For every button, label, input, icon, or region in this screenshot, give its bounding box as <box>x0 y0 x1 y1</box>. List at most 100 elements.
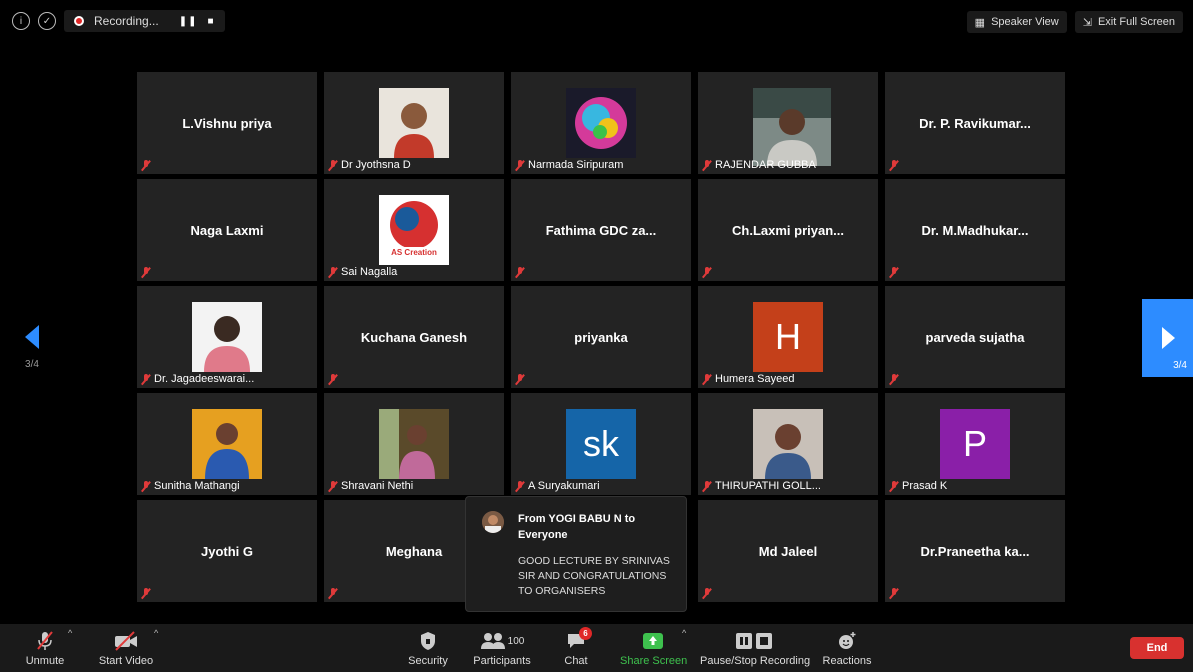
participant-label: Sunitha Mathangi <box>141 480 240 492</box>
share-options-caret-icon[interactable]: ^ <box>682 628 686 638</box>
end-meeting-button[interactable]: End <box>1130 637 1184 659</box>
participant-tile[interactable]: Dr. P. Ravikumar... <box>885 72 1065 174</box>
participant-label: Sai Nagalla <box>328 266 397 278</box>
mic-muted-icon <box>328 480 338 492</box>
mic-muted-icon <box>141 267 151 278</box>
previous-page-button[interactable]: 3/4 <box>20 325 44 370</box>
mic-muted-icon <box>328 588 338 599</box>
participant-label: Shravani Nethi <box>328 480 413 492</box>
mic-muted-icon <box>141 588 151 599</box>
participant-label-text: THIRUPATHI GOLL... <box>715 480 821 492</box>
meeting-toolbar: Unmute ^ Start Video ^ Security 100 Part… <box>0 624 1193 672</box>
participant-tile[interactable]: Dr Jyothsna D <box>324 72 504 174</box>
participant-tile[interactable]: THIRUPATHI GOLL... <box>698 393 878 495</box>
speaker-view-button[interactable]: ▦ Speaker View <box>966 11 1067 33</box>
participant-tile[interactable]: Dr. Jagadeeswarai... <box>137 286 317 388</box>
video-options-caret-icon[interactable]: ^ <box>154 628 158 638</box>
chat-unread-badge: 6 <box>579 627 592 640</box>
sender-avatar <box>482 511 504 533</box>
participant-label-text: Narmada Siripuram <box>528 159 624 171</box>
participant-name: Kuchana Ganesh <box>360 330 468 345</box>
participant-tile[interactable]: Naga Laxmi <box>137 179 317 281</box>
participant-name: Dr. M.Madhukar... <box>921 223 1029 238</box>
stop-icon[interactable]: ■ <box>207 16 214 27</box>
participant-tile[interactable]: Jyothi G <box>137 500 317 602</box>
pause-stop-recording-label: Pause/Stop Recording <box>700 655 811 667</box>
shield-check-icon[interactable]: ✓ <box>38 12 56 30</box>
participant-label <box>328 588 338 599</box>
participant-label: Prasad K <box>889 480 947 492</box>
start-video-label: Start Video <box>98 655 154 667</box>
security-button[interactable]: Security <box>406 630 450 667</box>
participant-tile[interactable]: sk A Suryakumari <box>511 393 691 495</box>
participant-name: Md Jaleel <box>758 544 818 559</box>
participant-tile[interactable]: AS Creation Sai Nagalla <box>324 179 504 281</box>
reactions-button[interactable]: Reactions <box>822 630 872 667</box>
participant-tile[interactable]: Md Jaleel <box>698 500 878 602</box>
participant-name: Dr. P. Ravikumar... <box>919 116 1031 131</box>
participant-label-text: Sunitha Mathangi <box>154 480 240 492</box>
participant-tile[interactable]: Fathima GDC za... <box>511 179 691 281</box>
mic-muted-icon <box>24 630 66 652</box>
participant-avatar-letter: P <box>940 409 1010 479</box>
participant-photo <box>753 409 823 479</box>
participant-label-text: Sai Nagalla <box>341 266 398 278</box>
unmute-button[interactable]: Unmute <box>24 630 66 667</box>
participant-tile[interactable]: parveda sujatha <box>885 286 1065 388</box>
chat-label: Chat <box>564 655 588 667</box>
pause-stop-recording-button[interactable]: Pause/Stop Recording <box>700 630 811 667</box>
participant-label: Dr. Jagadeeswarai... <box>141 373 254 385</box>
mic-muted-icon <box>141 480 151 492</box>
participant-label: Narmada Siripuram <box>515 159 623 171</box>
share-screen-button[interactable]: Share Screen <box>620 630 687 667</box>
participant-tile[interactable]: P Prasad K <box>885 393 1065 495</box>
chat-notification[interactable]: From YOGI BABU N to Everyone GOOD LECTUR… <box>465 496 687 612</box>
video-off-icon <box>98 630 154 652</box>
participant-label <box>889 588 899 599</box>
pause-icon[interactable]: ❚❚ <box>179 16 198 27</box>
speaker-view-label: Speaker View <box>991 16 1059 28</box>
participants-count: 100 <box>507 635 525 647</box>
participant-tile[interactable]: Shravani Nethi <box>324 393 504 495</box>
participants-label: Participants <box>473 655 531 667</box>
participant-avatar-letter: H <box>753 302 823 372</box>
participant-tile[interactable]: Narmada Siripuram <box>511 72 691 174</box>
mic-muted-icon <box>328 159 338 171</box>
participant-label-text: Shravani Nethi <box>341 480 414 492</box>
audio-options-caret-icon[interactable]: ^ <box>68 628 72 638</box>
participants-button[interactable]: 100 Participants <box>472 630 532 667</box>
participant-name: L.Vishnu priya <box>182 116 272 131</box>
participant-label <box>515 267 525 278</box>
exit-full-screen-button[interactable]: ⇲ Exit Full Screen <box>1074 11 1183 33</box>
participant-tile[interactable]: Ch.Laxmi priyan... <box>698 179 878 281</box>
participant-photo: AS Creation <box>379 195 449 265</box>
arrow-left-icon <box>25 325 39 349</box>
participant-name: Dr.Praneetha ka... <box>920 544 1030 559</box>
security-label: Security <box>408 655 448 667</box>
start-video-button[interactable]: Start Video <box>98 630 154 667</box>
exit-full-screen-label: Exit Full Screen <box>1097 16 1175 28</box>
chat-button[interactable]: 6 Chat <box>560 627 592 667</box>
participant-tile[interactable]: Dr. M.Madhukar... <box>885 179 1065 281</box>
participant-name: priyanka <box>574 330 628 345</box>
participant-tile[interactable]: Sunitha Mathangi <box>137 393 317 495</box>
recording-indicator: Recording... ❚❚ ■ <box>64 10 225 32</box>
svg-text:AS Creation: AS Creation <box>391 248 437 257</box>
participant-label-text: A Suryakumari <box>528 480 600 492</box>
participant-tile[interactable]: priyanka <box>511 286 691 388</box>
mic-muted-icon <box>702 588 712 599</box>
mic-muted-icon <box>328 266 338 278</box>
mic-muted-icon <box>889 480 899 492</box>
participant-tile[interactable]: Kuchana Ganesh <box>324 286 504 388</box>
mic-muted-icon <box>702 373 712 385</box>
record-dot-icon <box>74 16 84 26</box>
participant-tile[interactable]: H Humera Sayeed <box>698 286 878 388</box>
participant-label-text: Prasad K <box>902 480 948 492</box>
participant-tile[interactable]: Dr.Praneetha ka... <box>885 500 1065 602</box>
arrow-right-icon <box>1162 327 1175 349</box>
next-page-button[interactable]: 3/4 <box>1142 299 1193 377</box>
participant-tile[interactable]: L.Vishnu priya <box>137 72 317 174</box>
info-icon[interactable]: i <box>12 12 30 30</box>
mic-muted-icon <box>889 588 899 599</box>
participant-tile[interactable]: RAJENDAR GUBBA <box>698 72 878 174</box>
